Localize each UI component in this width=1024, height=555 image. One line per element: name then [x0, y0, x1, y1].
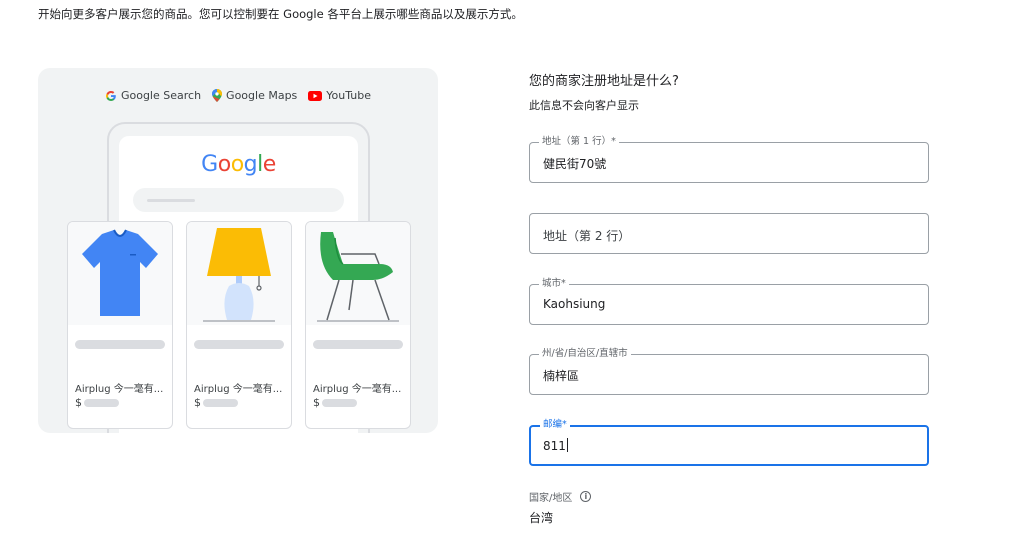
form-heading: 您的商家注册地址是什么?	[529, 74, 679, 89]
product-image	[68, 222, 172, 325]
zip-label: 邮编*	[540, 419, 570, 431]
info-icon[interactable]: i	[580, 491, 592, 502]
platform-google-search: Google Search	[105, 89, 201, 102]
product-image	[306, 222, 410, 325]
address-line1-value: 健民街70號	[543, 157, 607, 171]
city-label: 城市*	[539, 278, 569, 290]
product-price: $	[194, 396, 238, 409]
zip-field[interactable]: 邮编* 811	[529, 419, 929, 466]
state-label: 州/省/自治区/直辖市	[539, 348, 631, 360]
form-subheading: 此信息不会向客户显示	[529, 99, 639, 112]
illustration-card: Google Search Google Maps YouTube Google	[38, 68, 438, 433]
state-value: 楠梓區	[543, 369, 580, 383]
lamp-icon	[203, 227, 275, 322]
address-line2-placeholder: 地址（第 2 行）	[543, 229, 631, 243]
country-label: 国家/地区 i	[529, 489, 592, 504]
platform-list: Google Search Google Maps YouTube	[38, 89, 438, 102]
city-value: Kaohsiung	[543, 297, 606, 311]
product-card-chair: Airplug 今一毫有... $	[305, 221, 411, 429]
zip-value: 811	[543, 438, 568, 453]
address-line2-field[interactable]: 地址（第 2 行）	[529, 213, 929, 254]
product-title: Airplug 今一毫有...	[75, 384, 164, 395]
platform-google-maps: Google Maps	[212, 89, 297, 102]
google-logo: Google	[201, 152, 276, 177]
search-bar-placeholder	[133, 188, 344, 212]
product-image	[187, 222, 291, 325]
chair-icon	[317, 231, 399, 322]
product-title: Airplug 今一毫有...	[194, 384, 283, 395]
youtube-icon	[308, 90, 323, 101]
city-field[interactable]: 城市* Kaohsiung	[529, 278, 929, 325]
intro-text: 开始向更多客户展示您的商品。您可以控制要在 Google 各平台上展示哪些商品以…	[38, 7, 523, 21]
product-title: Airplug 今一毫有...	[313, 384, 402, 395]
address-line1-field[interactable]: 地址（第 1 行）* 健民街70號	[529, 136, 929, 183]
address-line1-label: 地址（第 1 行）*	[539, 136, 619, 148]
text-caret	[566, 438, 568, 452]
product-card-tshirt: Airplug 今一毫有... $	[67, 221, 173, 429]
platform-youtube: YouTube	[308, 89, 371, 102]
tshirt-icon	[82, 229, 158, 316]
country-value: 台湾	[529, 511, 554, 525]
state-field[interactable]: 州/省/自治区/直辖市 楠梓區	[529, 348, 929, 395]
product-card-lamp: Airplug 今一毫有... $	[186, 221, 292, 429]
product-price: $	[313, 396, 357, 409]
google-g-icon	[105, 90, 116, 101]
maps-pin-icon	[212, 89, 223, 102]
product-price: $	[75, 396, 119, 409]
